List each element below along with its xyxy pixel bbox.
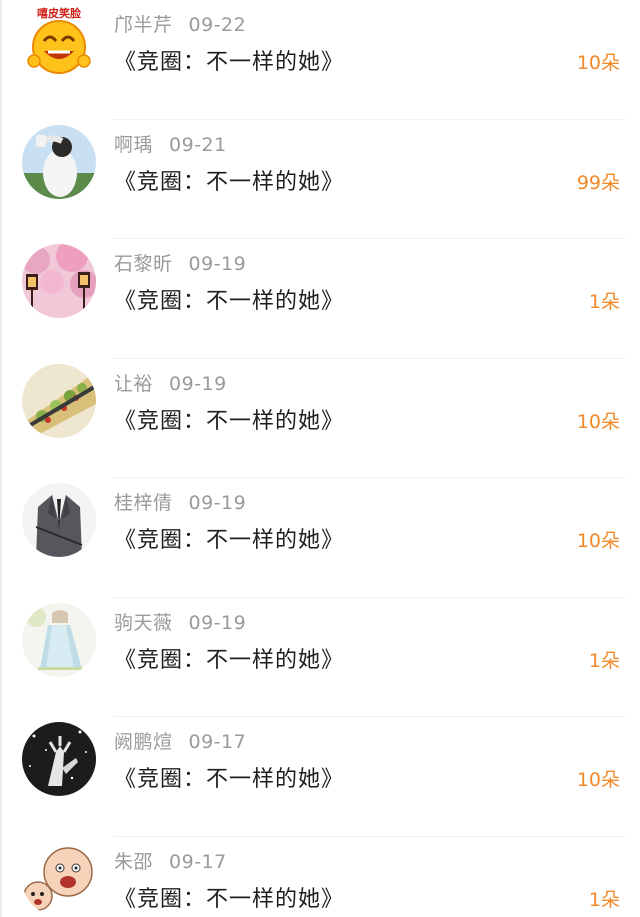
gift-count: 1朵 bbox=[588, 888, 620, 911]
book-title[interactable]: 《竞圈：不一样的她》 bbox=[114, 642, 344, 674]
list-item[interactable]: 驹天薇 09-19 《竞圈：不一样的她》 1朵 bbox=[2, 598, 640, 718]
sender-name[interactable]: 让裕 bbox=[114, 373, 153, 395]
sender-meta: 啊瑀 09-21 bbox=[114, 130, 227, 157]
gift-date: 09-19 bbox=[188, 611, 247, 634]
sender-meta: 桂梓倩 09-19 bbox=[114, 488, 246, 515]
avatar[interactable] bbox=[22, 363, 96, 438]
avatar[interactable] bbox=[22, 602, 96, 677]
gift-count: 10朵 bbox=[576, 530, 620, 552]
list-item[interactable]: 啊瑀 09-21 《竞圈：不一样的她》 99朵 bbox=[2, 120, 640, 240]
gift-date: 09-17 bbox=[188, 731, 247, 753]
photo-suit-icon bbox=[22, 483, 96, 557]
book-title[interactable]: 《竞圈：不一样的她》 bbox=[114, 283, 344, 315]
book-title[interactable]: 《竞圈：不一样的她》 bbox=[114, 164, 344, 196]
book-title[interactable]: 《竞圈：不一样的她》 bbox=[114, 44, 344, 76]
sender-name[interactable]: 啊瑀 bbox=[114, 134, 153, 156]
avatar[interactable] bbox=[22, 841, 96, 916]
sender-name[interactable]: 桂梓倩 bbox=[114, 492, 173, 514]
sender-name[interactable]: 邝半芹 bbox=[114, 14, 173, 36]
list-item[interactable]: 嘻皮笑脸 邝半芹 09-22 《竞圈：不一样的她》 10朵 bbox=[2, 0, 640, 120]
illustration-girl-dress-icon bbox=[22, 602, 96, 677]
gift-date: 09-17 bbox=[169, 850, 227, 873]
avatar[interactable] bbox=[22, 722, 96, 796]
photo-food-icon bbox=[22, 363, 96, 438]
cartoon-bald-faces-icon bbox=[22, 841, 96, 916]
gift-date: 09-22 bbox=[188, 14, 247, 36]
gift-count: 10朵 bbox=[576, 410, 620, 433]
book-title[interactable]: 《竞圈：不一样的她》 bbox=[114, 761, 344, 793]
photo-cherry-blossom-lamp-icon bbox=[22, 244, 96, 318]
gift-date: 09-19 bbox=[169, 372, 227, 395]
book-title[interactable]: 《竞圈：不一样的她》 bbox=[114, 881, 344, 913]
gift-date: 09-19 bbox=[188, 253, 247, 275]
avatar[interactable]: 嘻皮笑脸 bbox=[22, 3, 96, 77]
gift-record-list: 嘻皮笑脸 邝半芹 09-22 《竞圈：不一样的她》 10朵 啊瑀 09-21 《竞圈… bbox=[0, 0, 640, 917]
sender-name[interactable]: 石黎昕 bbox=[114, 253, 173, 275]
sender-meta: 朱邵 09-17 bbox=[114, 847, 227, 874]
list-item[interactable]: 让裕 09-19 《竞圈：不一样的她》 10朵 bbox=[2, 359, 640, 479]
list-item[interactable]: 阙鹏煊 09-17 《竞圈：不一样的她》 10朵 bbox=[2, 717, 640, 837]
photo-girl-sky-icon bbox=[22, 124, 96, 199]
avatar-sticker-text: 嘻皮笑脸 bbox=[37, 7, 81, 20]
sender-meta: 阙鹏煊 09-17 bbox=[114, 727, 246, 754]
gift-count: 10朵 bbox=[576, 769, 620, 791]
photo-dark-hands-icon bbox=[22, 722, 96, 796]
book-title[interactable]: 《竞圈：不一样的她》 bbox=[114, 403, 344, 435]
gift-count: 10朵 bbox=[576, 52, 620, 74]
list-item[interactable]: 石黎昕 09-19 《竞圈：不一样的她》 1朵 bbox=[2, 239, 640, 359]
sender-name[interactable]: 驹天薇 bbox=[114, 612, 173, 634]
sender-name[interactable]: 阙鹏煊 bbox=[114, 731, 173, 753]
gift-date: 09-19 bbox=[188, 492, 247, 514]
sender-name[interactable]: 朱邵 bbox=[114, 851, 153, 873]
sender-meta: 石黎昕 09-19 bbox=[114, 249, 246, 276]
gift-count: 1朵 bbox=[588, 291, 620, 313]
book-title[interactable]: 《竞圈：不一样的她》 bbox=[114, 522, 344, 554]
sender-meta: 驹天薇 09-19 bbox=[114, 608, 246, 635]
list-item[interactable]: 朱邵 09-17 《竞圈：不一样的她》 1朵 bbox=[2, 837, 640, 917]
avatar[interactable] bbox=[22, 124, 96, 199]
gift-count: 99朵 bbox=[576, 171, 620, 194]
gift-date: 09-21 bbox=[169, 133, 227, 156]
avatar[interactable] bbox=[22, 244, 96, 318]
avatar[interactable] bbox=[22, 483, 96, 557]
gift-count: 1朵 bbox=[588, 649, 620, 672]
list-item[interactable]: 桂梓倩 09-19 《竞圈：不一样的她》 10朵 bbox=[2, 478, 640, 598]
sender-meta: 邝半芹 09-22 bbox=[114, 10, 246, 37]
sender-meta: 让裕 09-19 bbox=[114, 369, 227, 396]
